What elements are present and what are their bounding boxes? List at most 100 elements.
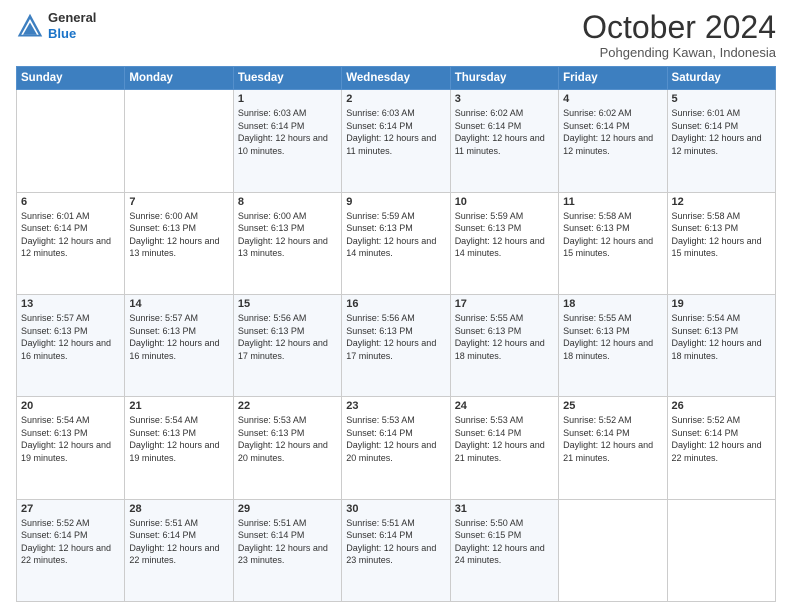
weekday-header-sunday: Sunday	[17, 67, 125, 90]
calendar-cell: 31 Sunrise: 5:50 AMSunset: 6:15 PMDayligh…	[450, 499, 558, 601]
day-info: Sunrise: 5:53 AMSunset: 6:13 PMDaylight:…	[238, 414, 337, 464]
day-number: 31	[455, 503, 554, 515]
day-number: 14	[129, 298, 228, 310]
day-info: Sunrise: 6:01 AMSunset: 6:14 PMDaylight:…	[672, 107, 771, 157]
day-info: Sunrise: 5:58 AMSunset: 6:13 PMDaylight:…	[563, 210, 662, 260]
day-number: 1	[238, 93, 337, 105]
calendar-cell	[559, 499, 667, 601]
calendar-cell	[17, 90, 125, 192]
day-info: Sunrise: 6:03 AMSunset: 6:14 PMDaylight:…	[238, 107, 337, 157]
logo: General Blue	[16, 10, 96, 41]
calendar-cell: 24 Sunrise: 5:53 AMSunset: 6:14 PMDayligh…	[450, 397, 558, 499]
calendar-cell: 1 Sunrise: 6:03 AMSunset: 6:14 PMDaylight…	[233, 90, 341, 192]
day-info: Sunrise: 5:57 AMSunset: 6:13 PMDaylight:…	[129, 312, 228, 362]
day-number: 5	[672, 93, 771, 105]
title-block: October 2024 Pohgending Kawan, Indonesia	[582, 10, 776, 60]
calendar-cell: 22 Sunrise: 5:53 AMSunset: 6:13 PMDayligh…	[233, 397, 341, 499]
day-info: Sunrise: 6:00 AMSunset: 6:13 PMDaylight:…	[238, 210, 337, 260]
day-number: 17	[455, 298, 554, 310]
calendar-cell	[125, 90, 233, 192]
calendar-cell: 10Sunrise: 5:59 AMSunset: 6:13 PMDayligh…	[450, 192, 558, 294]
calendar-cell: 3 Sunrise: 6:02 AMSunset: 6:14 PMDaylight…	[450, 90, 558, 192]
calendar-cell: 27Sunrise: 5:52 AMSunset: 6:14 PMDayligh…	[17, 499, 125, 601]
calendar-cell: 29 Sunrise: 5:51 AMSunset: 6:14 PMDayligh…	[233, 499, 341, 601]
calendar-week-3: 13 Sunrise: 5:57 AMSunset: 6:13 PMDayligh…	[17, 294, 776, 396]
logo-icon	[16, 12, 44, 40]
day-info: Sunrise: 6:02 AMSunset: 6:14 PMDaylight:…	[563, 107, 662, 157]
page-header: General Blue October 2024 Pohgending Kaw…	[16, 10, 776, 60]
day-number: 2	[346, 93, 445, 105]
calendar-week-2: 6 Sunrise: 6:01 AMSunset: 6:14 PMDaylight…	[17, 192, 776, 294]
day-number: 11	[563, 196, 662, 208]
calendar-cell: 8 Sunrise: 6:00 AMSunset: 6:13 PMDaylight…	[233, 192, 341, 294]
day-number: 16	[346, 298, 445, 310]
calendar-week-1: 1 Sunrise: 6:03 AMSunset: 6:14 PMDaylight…	[17, 90, 776, 192]
day-number: 9	[346, 196, 445, 208]
day-info: Sunrise: 5:55 AMSunset: 6:13 PMDaylight:…	[563, 312, 662, 362]
day-number: 25	[563, 400, 662, 412]
day-info: Sunrise: 5:52 AMSunset: 6:14 PMDaylight:…	[563, 414, 662, 464]
calendar-cell: 17 Sunrise: 5:55 AMSunset: 6:13 PMDayligh…	[450, 294, 558, 396]
calendar-cell: 21 Sunrise: 5:54 AMSunset: 6:13 PMDayligh…	[125, 397, 233, 499]
location: Pohgending Kawan, Indonesia	[582, 45, 776, 60]
day-info: Sunrise: 5:50 AMSunset: 6:15 PMDaylight:…	[455, 517, 554, 567]
day-number: 21	[129, 400, 228, 412]
day-info: Sunrise: 5:54 AMSunset: 6:13 PMDaylight:…	[672, 312, 771, 362]
month-title: October 2024	[582, 10, 776, 45]
calendar-cell: 4Sunrise: 6:02 AMSunset: 6:14 PMDaylight…	[559, 90, 667, 192]
day-info: Sunrise: 5:54 AMSunset: 6:13 PMDaylight:…	[129, 414, 228, 464]
day-number: 29	[238, 503, 337, 515]
day-number: 22	[238, 400, 337, 412]
day-info: Sunrise: 5:59 AMSunset: 6:13 PMDaylight:…	[455, 210, 554, 260]
calendar-cell: 6 Sunrise: 6:01 AMSunset: 6:14 PMDaylight…	[17, 192, 125, 294]
day-number: 30	[346, 503, 445, 515]
day-info: Sunrise: 5:52 AMSunset: 6:14 PMDaylight:…	[21, 517, 120, 567]
day-number: 3	[455, 93, 554, 105]
weekday-header-saturday: Saturday	[667, 67, 775, 90]
calendar-cell: 26 Sunrise: 5:52 AMSunset: 6:14 PMDayligh…	[667, 397, 775, 499]
calendar-cell: 9Sunrise: 5:59 AMSunset: 6:13 PMDaylight…	[342, 192, 450, 294]
calendar-cell: 13Sunrise: 5:57 AMSunset: 6:13 PMDayligh…	[17, 294, 125, 396]
day-info: Sunrise: 5:51 AMSunset: 6:14 PMDaylight:…	[238, 517, 337, 567]
calendar-cell: 11 Sunrise: 5:58 AMSunset: 6:13 PMDayligh…	[559, 192, 667, 294]
day-info: Sunrise: 5:51 AMSunset: 6:14 PMDaylight:…	[129, 517, 228, 567]
day-number: 20	[21, 400, 120, 412]
day-number: 24	[455, 400, 554, 412]
weekday-header-tuesday: Tuesday	[233, 67, 341, 90]
day-info: Sunrise: 5:58 AMSunset: 6:13 PMDaylight:…	[672, 210, 771, 260]
day-number: 13	[21, 298, 120, 310]
day-info: Sunrise: 6:01 AMSunset: 6:14 PMDaylight:…	[21, 210, 120, 260]
day-number: 6	[21, 196, 120, 208]
calendar-cell: 19 Sunrise: 5:54 AMSunset: 6:13 PMDayligh…	[667, 294, 775, 396]
day-info: Sunrise: 5:53 AMSunset: 6:14 PMDaylight:…	[346, 414, 445, 464]
day-number: 7	[129, 196, 228, 208]
day-number: 28	[129, 503, 228, 515]
calendar-cell: 23 Sunrise: 5:53 AMSunset: 6:14 PMDayligh…	[342, 397, 450, 499]
day-number: 8	[238, 196, 337, 208]
calendar-cell: 16 Sunrise: 5:56 AMSunset: 6:13 PMDayligh…	[342, 294, 450, 396]
calendar-cell: 25 Sunrise: 5:52 AMSunset: 6:14 PMDayligh…	[559, 397, 667, 499]
calendar-cell: 2 Sunrise: 6:03 AMSunset: 6:14 PMDaylight…	[342, 90, 450, 192]
day-number: 19	[672, 298, 771, 310]
day-info: Sunrise: 5:56 AMSunset: 6:13 PMDaylight:…	[346, 312, 445, 362]
day-number: 18	[563, 298, 662, 310]
calendar-cell: 28 Sunrise: 5:51 AMSunset: 6:14 PMDayligh…	[125, 499, 233, 601]
calendar-cell: 15 Sunrise: 5:56 AMSunset: 6:13 PMDayligh…	[233, 294, 341, 396]
logo-text: General Blue	[48, 10, 96, 41]
calendar-cell: 18 Sunrise: 5:55 AMSunset: 6:13 PMDayligh…	[559, 294, 667, 396]
calendar-cell	[667, 499, 775, 601]
calendar-cell: 14 Sunrise: 5:57 AMSunset: 6:13 PMDayligh…	[125, 294, 233, 396]
weekday-header-thursday: Thursday	[450, 67, 558, 90]
day-number: 23	[346, 400, 445, 412]
day-info: Sunrise: 5:55 AMSunset: 6:13 PMDaylight:…	[455, 312, 554, 362]
day-number: 15	[238, 298, 337, 310]
calendar-cell: 5 Sunrise: 6:01 AMSunset: 6:14 PMDaylight…	[667, 90, 775, 192]
day-info: Sunrise: 5:56 AMSunset: 6:13 PMDaylight:…	[238, 312, 337, 362]
day-info: Sunrise: 6:03 AMSunset: 6:14 PMDaylight:…	[346, 107, 445, 157]
calendar-cell: 20Sunrise: 5:54 AMSunset: 6:13 PMDayligh…	[17, 397, 125, 499]
day-number: 26	[672, 400, 771, 412]
calendar-page: General Blue October 2024 Pohgending Kaw…	[0, 0, 792, 612]
day-info: Sunrise: 5:53 AMSunset: 6:14 PMDaylight:…	[455, 414, 554, 464]
day-info: Sunrise: 5:52 AMSunset: 6:14 PMDaylight:…	[672, 414, 771, 464]
day-info: Sunrise: 6:02 AMSunset: 6:14 PMDaylight:…	[455, 107, 554, 157]
